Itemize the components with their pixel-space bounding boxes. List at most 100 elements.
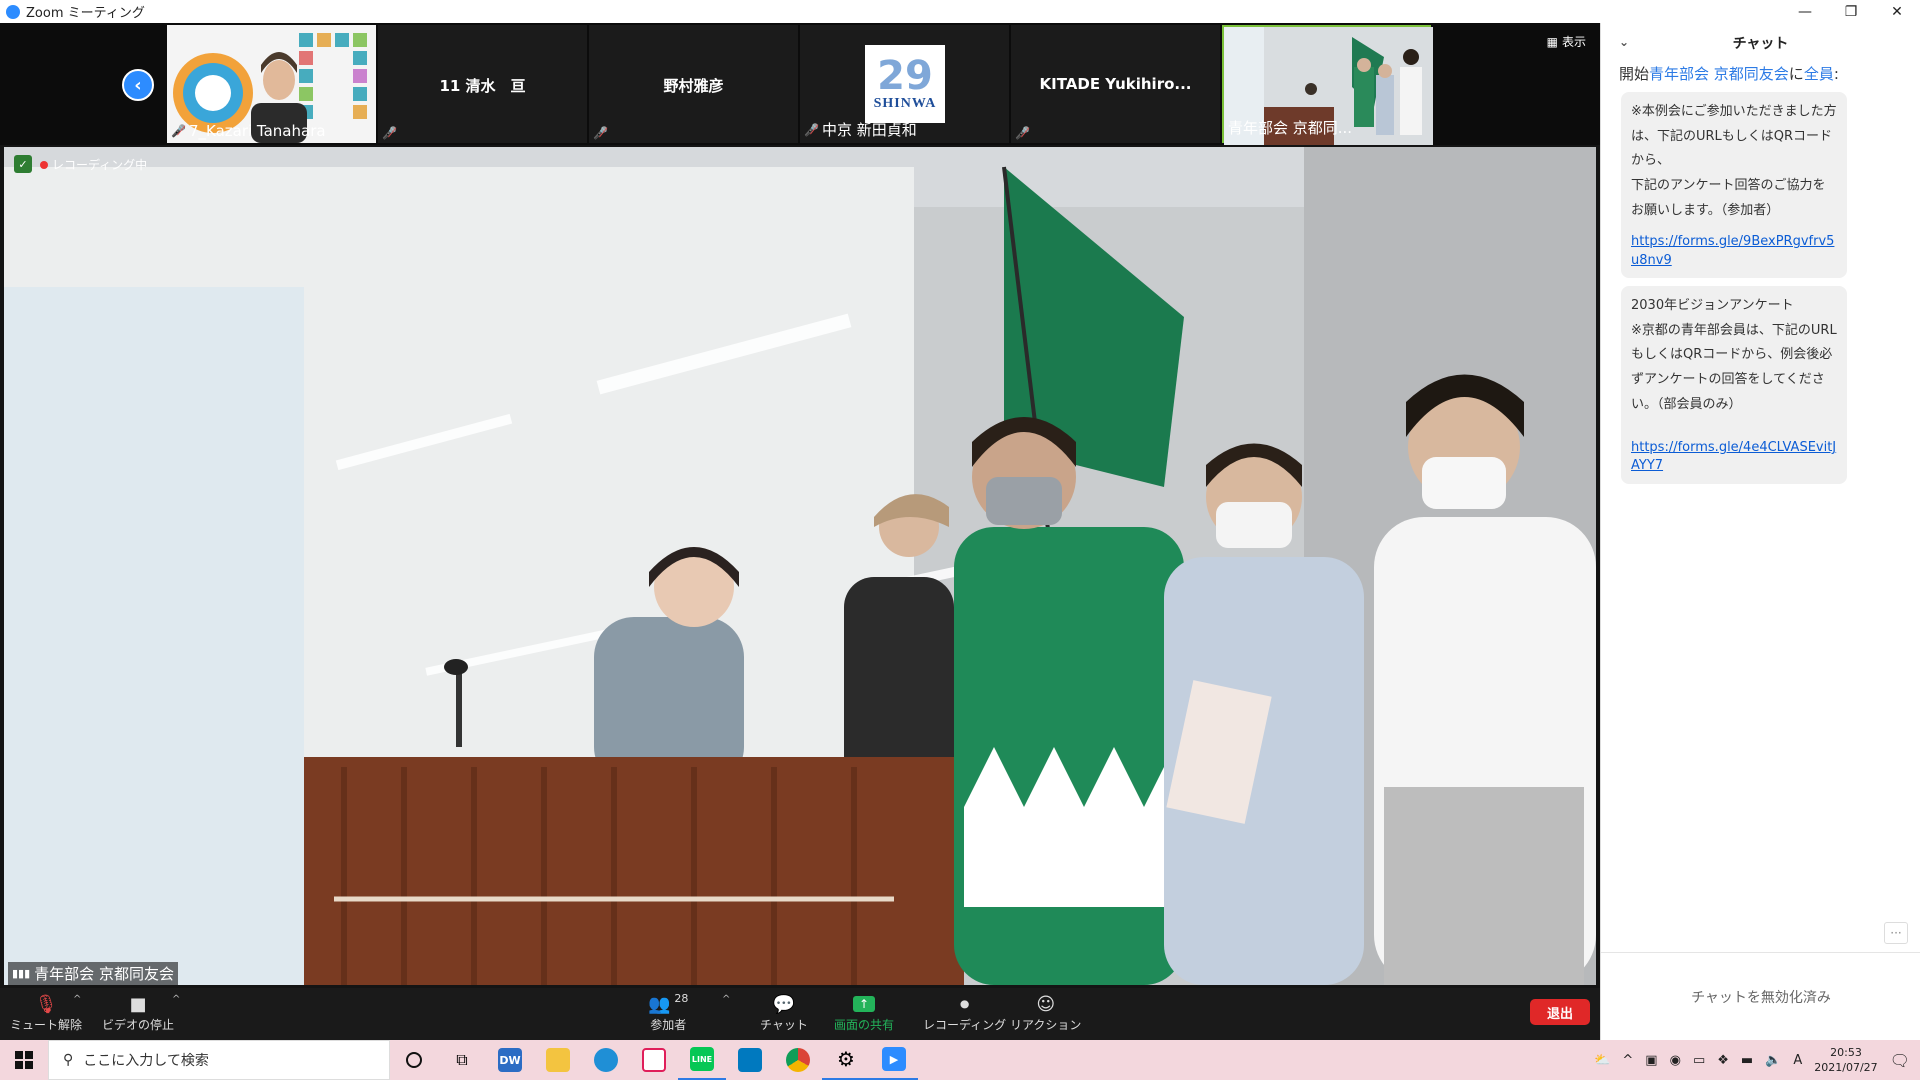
participant-thumbnail[interactable]: 29 SHINWA 🎤̸ 中京 新田貞和 [800,25,1009,143]
grid-icon: ▦ [1546,34,1558,49]
participant-label: 青年部会 京都同... [1228,119,1353,137]
start-button[interactable] [0,1040,48,1080]
participant-name: 11 清水 亘 [439,77,526,95]
speaker-video-frame [4,147,1596,985]
shield-icon: ✓ [14,155,32,173]
taskbar-app-slack[interactable] [630,1040,678,1080]
search-icon: ⚲ [63,1052,74,1068]
share-screen-button[interactable]: ↑ 画面の共有 [834,992,894,1033]
mic-muted-icon: 🎤̸ [804,122,819,137]
chevron-up-icon[interactable]: ^ [1622,1053,1633,1068]
task-view-icon: ⧉ [456,1050,468,1069]
smiley-icon: ☺ [1036,993,1056,1015]
chat-message: 2030年ビジョンアンケート ※京都の青年部会員は、下記のURLもしくはQRコー… [1621,285,1847,484]
recording-dot-icon [40,160,48,169]
zoom-app-icon [6,4,20,19]
system-tray: ⛅ ^ ▣ ◉ ▭ ❖ ▬ 🔈 A 20:53 2021/07/27 🗨 [1594,1040,1920,1080]
participant-name: 野村雅彦 [663,77,724,95]
taskbar-app-line[interactable]: LINE [678,1040,726,1080]
chevron-down-icon[interactable]: ⌄ [1619,35,1629,49]
windows-taskbar: ⚲ ここに入力して検索 ⧉ DW LINE ⚙ ▶ ⛅ ^ ▣ ◉ ▭ ❖ ▬ … [0,1040,1920,1080]
taskbar-app-zoom[interactable]: ▶ [870,1040,918,1080]
stop-video-button[interactable]: ■ ビデオの停止 [102,992,174,1033]
thumbnail-strip: ‹ 🎤̸ 7_Kazari Tanahara 11 清水 亘 🎤̸ 野村雅彦 🎤… [0,23,1600,145]
mic-muted-icon: 🎤̸ [1015,126,1030,140]
chrome-browser-icon [786,1048,810,1072]
system-clock[interactable]: 20:53 2021/07/27 [1814,1045,1877,1076]
edge-browser-icon [594,1048,618,1072]
participant-label: 🎤̸ [1015,126,1030,140]
chat-button[interactable]: 💬 チャット [760,992,808,1033]
taskbar-app-chrome[interactable] [774,1040,822,1080]
taskbar-app-explorer[interactable] [534,1040,582,1080]
taskbar-app-settings[interactable]: ⚙ [822,1040,870,1080]
cortana-circle-icon [406,1052,422,1068]
participant-thumbnail[interactable]: 🎤̸ 7_Kazari Tanahara [167,25,376,143]
participants-button[interactable]: 👥 28 参加者 [648,992,688,1033]
participant-thumbnail[interactable]: 11 清水 亘 🎤̸ [378,25,587,143]
previous-page-button[interactable]: ‹ [122,69,154,101]
dropbox-icon[interactable]: ❖ [1717,1053,1729,1068]
trello-icon [738,1048,762,1072]
volume-icon[interactable]: 🔈 [1765,1053,1781,1068]
unmute-button[interactable]: 🎙 ミュート解除 [10,992,82,1033]
chat-message-text: ※本例会にご参加いただきました方は、下記のURLもしくはQRコードから、 下記の… [1631,104,1837,218]
audio-options-caret[interactable]: ^ [73,994,81,1005]
more-options-button[interactable]: ··· [1884,922,1908,944]
window-controls: — ❐ ✕ [1782,0,1920,23]
taskbar-app-dw[interactable]: DW [486,1040,534,1080]
camera-icon: ■ [129,993,147,1015]
title-bar: Zoom ミーティング — ❐ ✕ [0,0,1920,23]
folder-icon [546,1048,570,1072]
participant-thumbnail-active[interactable]: 青年部会 京都同... [1222,25,1433,145]
meeting-toolbar: 🎙 ミュート解除 ^ ■ ビデオの停止 ^ 👥 28 参加者 ^ 💬 チャット ↑… [0,988,1600,1040]
dreamweaver-app-icon: DW [498,1048,522,1072]
minimize-button[interactable]: — [1782,0,1828,23]
restore-button[interactable]: ❐ [1828,0,1874,23]
cortana-button[interactable] [390,1040,438,1080]
participant-label: 🎤̸ [593,126,608,140]
chat-message-link[interactable]: https://forms.gle/9BexPRgvfrv5u8nv9 [1631,233,1837,269]
zoom-icon: ▶ [882,1047,906,1071]
taskbar-app-edge[interactable] [582,1040,630,1080]
tray-app-icon[interactable]: ▣ [1645,1053,1657,1068]
chat-message-text: 2030年ビジョンアンケート ※京都の青年部会員は、下記のURLもしくはQRコー… [1631,297,1837,412]
ime-indicator[interactable]: A [1793,1053,1802,1068]
participant-thumbnail[interactable]: 野村雅彦 🎤̸ [589,25,798,143]
chat-disabled-notice: チャットを無効化済み [1601,952,1920,1040]
mic-muted-icon: 🎤̸ [593,126,608,140]
line-app-icon: LINE [690,1047,714,1071]
participant-label: 🎤̸ 中京 新田貞和 [804,121,917,139]
video-options-caret[interactable]: ^ [172,994,180,1005]
participant-name: KITADE Yukihiro... [1039,75,1192,93]
record-icon: ⏺ [960,993,970,1015]
network-icon[interactable]: ▭ [1693,1053,1705,1068]
view-button[interactable]: ▦ 表示 [1547,33,1586,50]
signal-bars-icon: ▮▮▮ [12,967,31,980]
chat-header: ⌄ チャット [1601,23,1920,63]
weather-icon[interactable]: ⛅ [1594,1053,1610,1068]
sender-name[interactable]: 青年部会 京都同友会 [1649,65,1789,83]
battery-icon[interactable]: ▬ [1741,1053,1753,1068]
tray-app-icon[interactable]: ◉ [1670,1053,1681,1068]
participant-thumbnail[interactable]: KITADE Yukihiro... 🎤̸ [1011,25,1220,143]
participants-options-caret[interactable]: ^ [722,994,730,1005]
close-button[interactable]: ✕ [1874,0,1920,23]
leave-button[interactable]: 退出 [1530,999,1590,1025]
gear-icon: ⚙ [837,1047,855,1071]
main-speaker-video[interactable]: ✓ レコーディング中 ▮▮▮ 青年部会 京都同友会 [4,147,1596,985]
reactions-button[interactable]: ☺ リアクション [1010,992,1081,1033]
notifications-icon[interactable]: 🗨 [1890,1051,1910,1070]
participant-label: 🎤̸ [382,126,397,140]
chat-recipient-line: 開始青年部会 京都同友会に全員: [1619,65,1839,83]
recording-button[interactable]: ⏺ レコーディング [923,992,1006,1033]
window-title: Zoom ミーティング [26,6,145,21]
recipient-name[interactable]: 全員 [1804,65,1834,83]
recording-indicator: ✓ レコーディング中 [14,155,147,173]
chat-title: チャット [1732,36,1789,52]
taskbar-app-trello[interactable] [726,1040,774,1080]
task-view-button[interactable]: ⧉ [438,1040,486,1080]
mic-muted-icon: 🎙 [34,993,58,1015]
chat-message-link[interactable]: https://forms.gle/4e4CLVASEvitJAYY7 [1631,439,1837,475]
taskbar-search-input[interactable]: ⚲ ここに入力して検索 [48,1040,390,1080]
